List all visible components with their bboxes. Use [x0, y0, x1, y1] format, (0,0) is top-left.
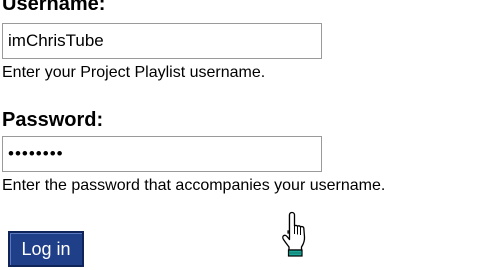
username-label: Username: [2, 0, 106, 15]
password-label: Password: [2, 109, 104, 131]
password-hint: Enter the password that accompanies your… [2, 177, 386, 194]
login-form: Username: Enter your Project Playlist us… [0, 0, 480, 270]
username-input[interactable] [2, 23, 322, 59]
login-button[interactable]: Log in [8, 231, 84, 267]
username-hint: Enter your Project Playlist username. [2, 64, 266, 81]
password-input[interactable] [2, 136, 322, 172]
hand-pointer-icon [282, 211, 306, 257]
